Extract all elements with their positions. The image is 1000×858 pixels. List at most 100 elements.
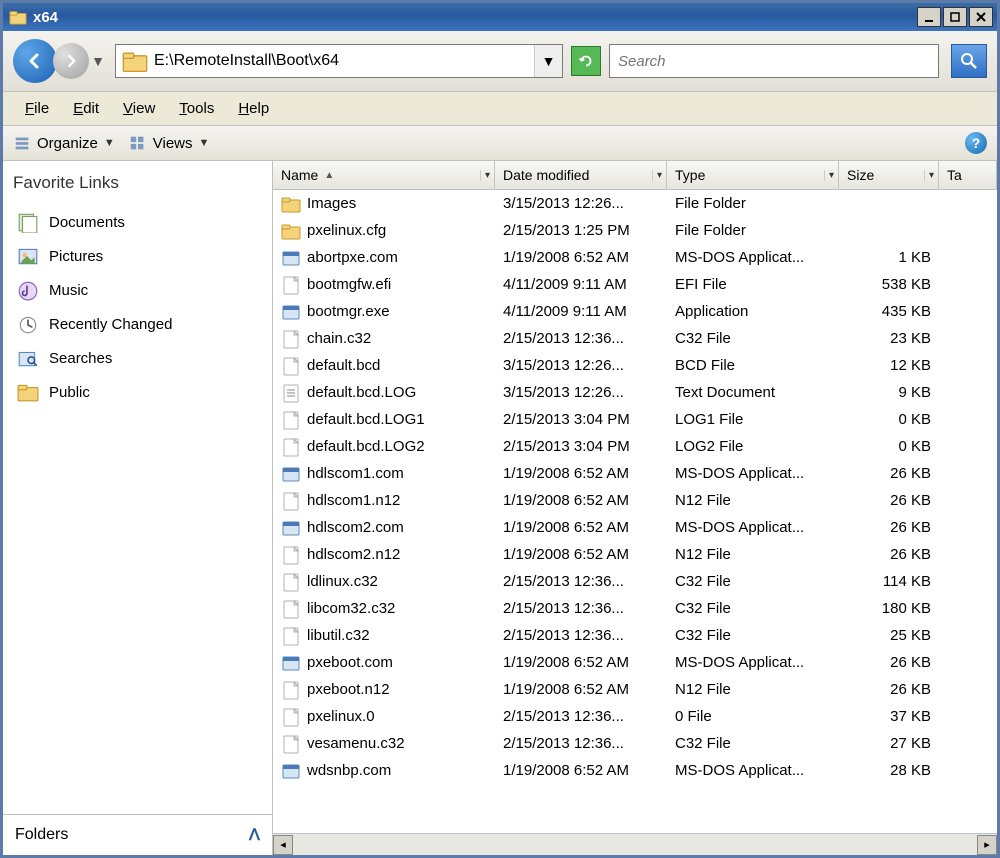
file-icon xyxy=(281,599,301,619)
file-name: vesamenu.c32 xyxy=(307,735,405,752)
sidebar-item-recently-changed[interactable]: Recently Changed xyxy=(13,307,262,341)
file-type: N12 File xyxy=(667,492,839,509)
sidebar-item-music[interactable]: Music xyxy=(13,273,262,307)
file-row[interactable]: pxelinux.cfg 2/15/2013 1:25 PM File Fold… xyxy=(273,217,997,244)
file-row[interactable]: default.bcd.LOG 3/15/2013 12:26... Text … xyxy=(273,379,997,406)
sidebar-item-pictures[interactable]: Pictures xyxy=(13,239,262,273)
close-button[interactable] xyxy=(969,7,993,27)
help-button[interactable]: ? xyxy=(965,132,987,154)
file-icon xyxy=(281,275,301,295)
searches-icon xyxy=(17,347,39,369)
file-row[interactable]: hdlscom1.com 1/19/2008 6:52 AM MS-DOS Ap… xyxy=(273,460,997,487)
menu-edit[interactable]: Edit xyxy=(63,98,109,119)
nav-history-dropdown[interactable]: ▼ xyxy=(89,53,107,69)
address-dropdown[interactable]: ▼ xyxy=(534,45,562,77)
file-date: 1/19/2008 6:52 AM xyxy=(495,654,667,671)
sidebar-item-label: Pictures xyxy=(49,248,103,265)
file-row[interactable]: bootmgfw.efi 4/11/2009 9:11 AM EFI File … xyxy=(273,271,997,298)
file-name: pxelinux.cfg xyxy=(307,222,386,239)
file-row[interactable]: wdsnbp.com 1/19/2008 6:52 AM MS-DOS Appl… xyxy=(273,757,997,784)
file-name: ldlinux.c32 xyxy=(307,573,378,590)
address-folder-icon xyxy=(122,48,148,74)
search-bar[interactable] xyxy=(609,44,939,78)
back-button[interactable] xyxy=(13,39,57,83)
file-icon xyxy=(281,356,301,376)
file-row[interactable]: chain.c32 2/15/2013 12:36... C32 File 23… xyxy=(273,325,997,352)
file-row[interactable]: pxelinux.0 2/15/2013 12:36... 0 File 37 … xyxy=(273,703,997,730)
file-icon xyxy=(281,410,301,430)
folders-toggle[interactable]: Folders ᐱ xyxy=(3,814,272,855)
sidebar-item-searches[interactable]: Searches xyxy=(13,341,262,375)
file-row[interactable]: default.bcd.LOG1 2/15/2013 3:04 PM LOG1 … xyxy=(273,406,997,433)
file-row[interactable]: libcom32.c32 2/15/2013 12:36... C32 File… xyxy=(273,595,997,622)
file-name: hdlscom2.com xyxy=(307,519,404,536)
file-row[interactable]: bootmgr.exe 4/11/2009 9:11 AM Applicatio… xyxy=(273,298,997,325)
file-row[interactable]: hdlscom2.n12 1/19/2008 6:52 AM N12 File … xyxy=(273,541,997,568)
maximize-button[interactable] xyxy=(943,7,967,27)
scroll-right-button[interactable]: ▸ xyxy=(977,835,997,855)
column-dropdown-icon[interactable]: ▾ xyxy=(924,170,934,181)
menu-file[interactable]: File xyxy=(15,98,59,119)
column-ta[interactable]: Ta xyxy=(939,161,997,189)
address-bar[interactable]: ▼ xyxy=(115,44,563,78)
file-date: 4/11/2009 9:11 AM xyxy=(495,276,667,293)
arrow-left-icon xyxy=(25,51,45,71)
file-date: 2/15/2013 12:36... xyxy=(495,627,667,644)
documents-icon xyxy=(17,211,39,233)
column-dropdown-icon[interactable]: ▾ xyxy=(480,170,490,181)
file-name: default.bcd.LOG1 xyxy=(307,411,425,428)
file-name: pxeboot.n12 xyxy=(307,681,390,698)
sidebar-item-public[interactable]: Public xyxy=(13,375,262,409)
refresh-icon xyxy=(577,52,595,70)
file-row[interactable]: default.bcd.LOG2 2/15/2013 3:04 PM LOG2 … xyxy=(273,433,997,460)
file-date: 2/15/2013 12:36... xyxy=(495,735,667,752)
forward-button[interactable] xyxy=(53,43,89,79)
views-button[interactable]: Views ▼ xyxy=(129,134,210,152)
column-dropdown-icon[interactable]: ▾ xyxy=(652,170,662,181)
file-row[interactable]: Images 3/15/2013 12:26... File Folder xyxy=(273,190,997,217)
organize-button[interactable]: Organize ▼ xyxy=(13,134,115,152)
menu-help[interactable]: Help xyxy=(228,98,279,119)
column-date[interactable]: Date modified▾ xyxy=(495,161,667,189)
file-row[interactable]: libutil.c32 2/15/2013 12:36... C32 File … xyxy=(273,622,997,649)
file-type: LOG1 File xyxy=(667,411,839,428)
file-type: N12 File xyxy=(667,681,839,698)
file-icon xyxy=(281,626,301,646)
file-row[interactable]: hdlscom2.com 1/19/2008 6:52 AM MS-DOS Ap… xyxy=(273,514,997,541)
minimize-button[interactable] xyxy=(917,7,941,27)
scroll-left-button[interactable]: ◂ xyxy=(273,835,293,855)
file-type: BCD File xyxy=(667,357,839,374)
window-title: x64 xyxy=(33,9,917,26)
file-row[interactable]: default.bcd 3/15/2013 12:26... BCD File … xyxy=(273,352,997,379)
file-size: 23 KB xyxy=(839,330,939,347)
titlebar: x64 xyxy=(3,3,997,31)
arrow-right-icon xyxy=(63,53,79,69)
file-row[interactable]: pxeboot.com 1/19/2008 6:52 AM MS-DOS App… xyxy=(273,649,997,676)
file-row[interactable]: pxeboot.n12 1/19/2008 6:52 AM N12 File 2… xyxy=(273,676,997,703)
file-row[interactable]: vesamenu.c32 2/15/2013 12:36... C32 File… xyxy=(273,730,997,757)
toolbar: Organize ▼ Views ▼ ? xyxy=(3,126,997,161)
file-row[interactable]: hdlscom1.n12 1/19/2008 6:52 AM N12 File … xyxy=(273,487,997,514)
column-type[interactable]: Type▾ xyxy=(667,161,839,189)
column-name[interactable]: Name▲▾ xyxy=(273,161,495,189)
file-type: MS-DOS Applicat... xyxy=(667,519,839,536)
file-date: 2/15/2013 3:04 PM xyxy=(495,411,667,428)
menu-tools[interactable]: Tools xyxy=(169,98,224,119)
file-size: 26 KB xyxy=(839,654,939,671)
menu-view[interactable]: View xyxy=(113,98,165,119)
column-size[interactable]: Size▾ xyxy=(839,161,939,189)
column-dropdown-icon[interactable]: ▾ xyxy=(824,170,834,181)
file-row[interactable]: abortpxe.com 1/19/2008 6:52 AM MS-DOS Ap… xyxy=(273,244,997,271)
sidebar-item-label: Searches xyxy=(49,350,112,367)
recent-icon xyxy=(17,313,39,335)
search-button[interactable] xyxy=(951,44,987,78)
file-row[interactable]: ldlinux.c32 2/15/2013 12:36... C32 File … xyxy=(273,568,997,595)
file-type: EFI File xyxy=(667,276,839,293)
search-input[interactable] xyxy=(610,53,938,70)
horizontal-scrollbar[interactable]: ◂ ▸ xyxy=(273,833,997,855)
sidebar-item-documents[interactable]: Documents xyxy=(13,205,262,239)
refresh-button[interactable] xyxy=(571,46,601,76)
address-input[interactable] xyxy=(154,52,534,70)
file-icon xyxy=(281,437,301,457)
file-type: MS-DOS Applicat... xyxy=(667,762,839,779)
